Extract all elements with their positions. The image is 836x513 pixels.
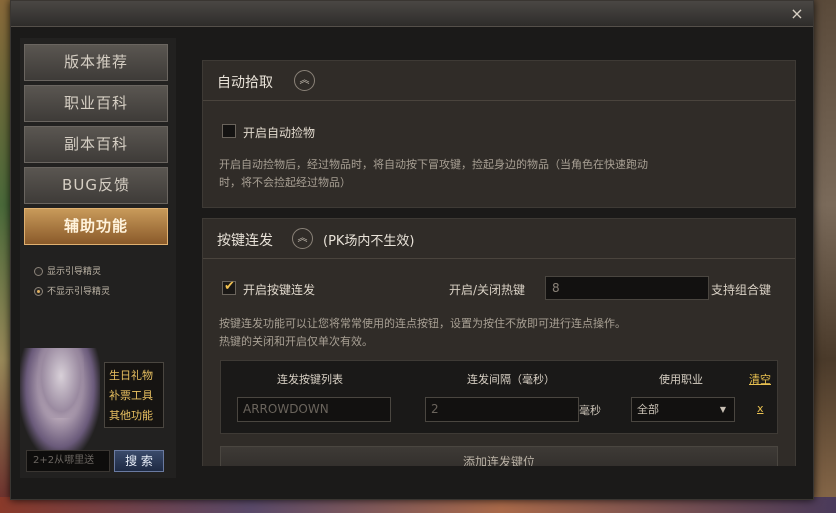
auto-pickup-description-line1: 开启自动捡物后，经过物品时，将自动按下冒攻键，捡起身边的物品（当角色在快速跑动 <box>219 158 648 171</box>
sidebar-item-class-wiki[interactable]: 职业百科 <box>24 85 168 122</box>
sidebar-item-assist[interactable]: 辅助功能 <box>24 208 168 245</box>
panel-header: 自动拾取 ︽ <box>203 61 795 101</box>
hotkey-input[interactable]: 8 <box>545 276 709 300</box>
radio-hide-guide[interactable]: 不显示引导精灵 <box>34 284 110 297</box>
link-ticket-tool[interactable]: 补票工具 <box>109 386 163 406</box>
key-repeat-table: 连发按键列表 连发间隔（毫秒） 使用职业 清空 ARROWDOWN 2 毫秒 全… <box>220 360 778 434</box>
key-input[interactable]: ARROWDOWN <box>237 397 391 422</box>
guide-character-hair <box>38 348 84 418</box>
radio-label: 不显示引导精灵 <box>47 287 111 297</box>
sidebar-item-bug-report[interactable]: BUG反馈 <box>24 167 168 204</box>
hotkey-combo-hint: 支持组合键 <box>711 283 772 297</box>
key-repeat-label: 开启按键连发 <box>243 283 316 297</box>
content-scroll-clip <box>202 466 796 499</box>
radio-button[interactable] <box>34 287 43 296</box>
close-icon[interactable]: × <box>787 4 807 24</box>
search-input[interactable]: 2+2从哪里送 <box>26 450 110 472</box>
panel-subtitle: (PK场内不生效) <box>323 234 415 249</box>
search-button[interactable]: 搜 索 <box>114 450 164 472</box>
column-header-interval: 连发间隔（毫秒） <box>467 373 555 386</box>
collapse-icon[interactable]: ︽ <box>294 70 315 91</box>
auto-pickup-panel: 自动拾取 ︽ 开启自动捡物 开启自动捡物后，经过物品时，将自动按下冒攻键，捡起身… <box>202 60 796 208</box>
key-repeat-checkbox[interactable]: ✔ <box>222 279 236 295</box>
key-repeat-panel: 按键连发 ︽ (PK场内不生效) ✔ 开启按键连发 开启/关闭热键 8 支持组合… <box>202 218 796 478</box>
clear-button[interactable]: 清空 <box>749 371 771 387</box>
column-header-class: 使用职业 <box>659 373 703 386</box>
side-links-box: 生日礼物 补票工具 其他功能 <box>104 362 164 428</box>
radio-label: 显示引导精灵 <box>47 267 102 277</box>
delete-row-icon[interactable]: x <box>757 402 764 415</box>
radio-button[interactable] <box>34 267 43 276</box>
auto-pickup-checkbox[interactable] <box>222 124 236 138</box>
class-select-value: 全部 <box>637 403 659 416</box>
interval-input[interactable]: 2 <box>425 397 579 422</box>
chevron-down-icon: ▼ <box>719 405 726 414</box>
collapse-icon[interactable]: ︽ <box>292 228 313 249</box>
sidebar: 版本推荐 职业百科 副本百科 BUG反馈 辅助功能 显示引导精灵 不显示引导精灵… <box>20 38 176 478</box>
panel-title: 自动拾取 <box>217 75 273 91</box>
class-select[interactable]: 全部 ▼ <box>631 397 735 422</box>
link-birthday-gift[interactable]: 生日礼物 <box>109 366 163 386</box>
auto-pickup-label: 开启自动捡物 <box>243 126 316 140</box>
auto-pickup-description-line2: 时，将不会捡起经过物品） <box>219 176 351 189</box>
panel-title: 按键连发 <box>217 233 273 249</box>
column-header-key-list: 连发按键列表 <box>277 373 343 386</box>
key-repeat-description-line2: 热键的关闭和开启仅单次有效。 <box>219 335 373 348</box>
hotkey-label: 开启/关闭热键 <box>449 283 526 297</box>
window-titlebar[interactable]: × <box>11 1 813 27</box>
sidebar-item-dungeon-wiki[interactable]: 副本百科 <box>24 126 168 163</box>
sidebar-item-version[interactable]: 版本推荐 <box>24 44 168 81</box>
link-other-functions[interactable]: 其他功能 <box>109 406 163 426</box>
panel-header: 按键连发 ︽ (PK场内不生效) <box>203 219 795 259</box>
check-icon: ✔ <box>224 279 235 294</box>
radio-show-guide[interactable]: 显示引导精灵 <box>34 264 101 277</box>
key-repeat-description-line1: 按键连发功能可以让您将常常使用的连点按钮，设置为按住不放即可进行连点操作。 <box>219 317 626 330</box>
interval-unit: 毫秒 <box>579 404 601 417</box>
